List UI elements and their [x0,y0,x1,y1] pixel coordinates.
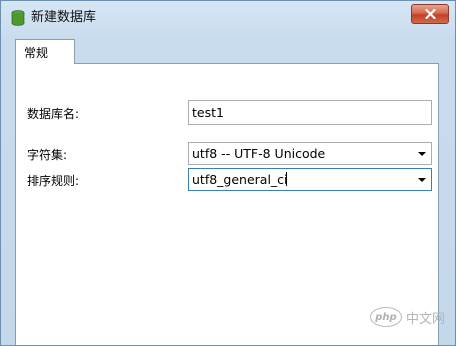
charset-value: utf8 -- UTF-8 Unicode [192,146,326,161]
database-icon [11,10,25,26]
tab-panel-general: 数据库名: test1 字符集: utf8 -- UTF-8 Unicode 排… [15,63,439,345]
text-caret [285,172,287,186]
db-name-label: 数据库名: [27,107,80,121]
collation-select[interactable]: utf8_general_ci [188,168,432,191]
window-title: 新建数据库 [31,10,97,25]
charset-select[interactable]: utf8 -- UTF-8 Unicode [188,142,432,165]
collation-label: 排序规则: [27,174,80,188]
watermark-text: 中文网 [405,311,445,327]
chevron-down-icon[interactable] [418,178,426,182]
dialog-window: 新建数据库 常规 数据库名: test1 字符集: utf8 -- UTF-8 … [0,0,456,346]
watermark: php 中文网 [369,307,445,327]
close-icon [424,9,436,19]
php-logo-icon: php [369,307,402,327]
chevron-down-icon[interactable] [418,152,426,156]
db-name-field[interactable]: test1 [188,100,432,125]
tab-general[interactable]: 常规 [15,39,75,64]
close-button[interactable] [411,4,449,24]
tab-area: 常规 数据库名: test1 字符集: utf8 -- UTF-8 Unicod… [9,37,447,345]
charset-label: 字符集: [27,148,68,162]
collation-value: utf8_general_ci [192,172,288,187]
title-bar: 新建数据库 [1,1,455,35]
